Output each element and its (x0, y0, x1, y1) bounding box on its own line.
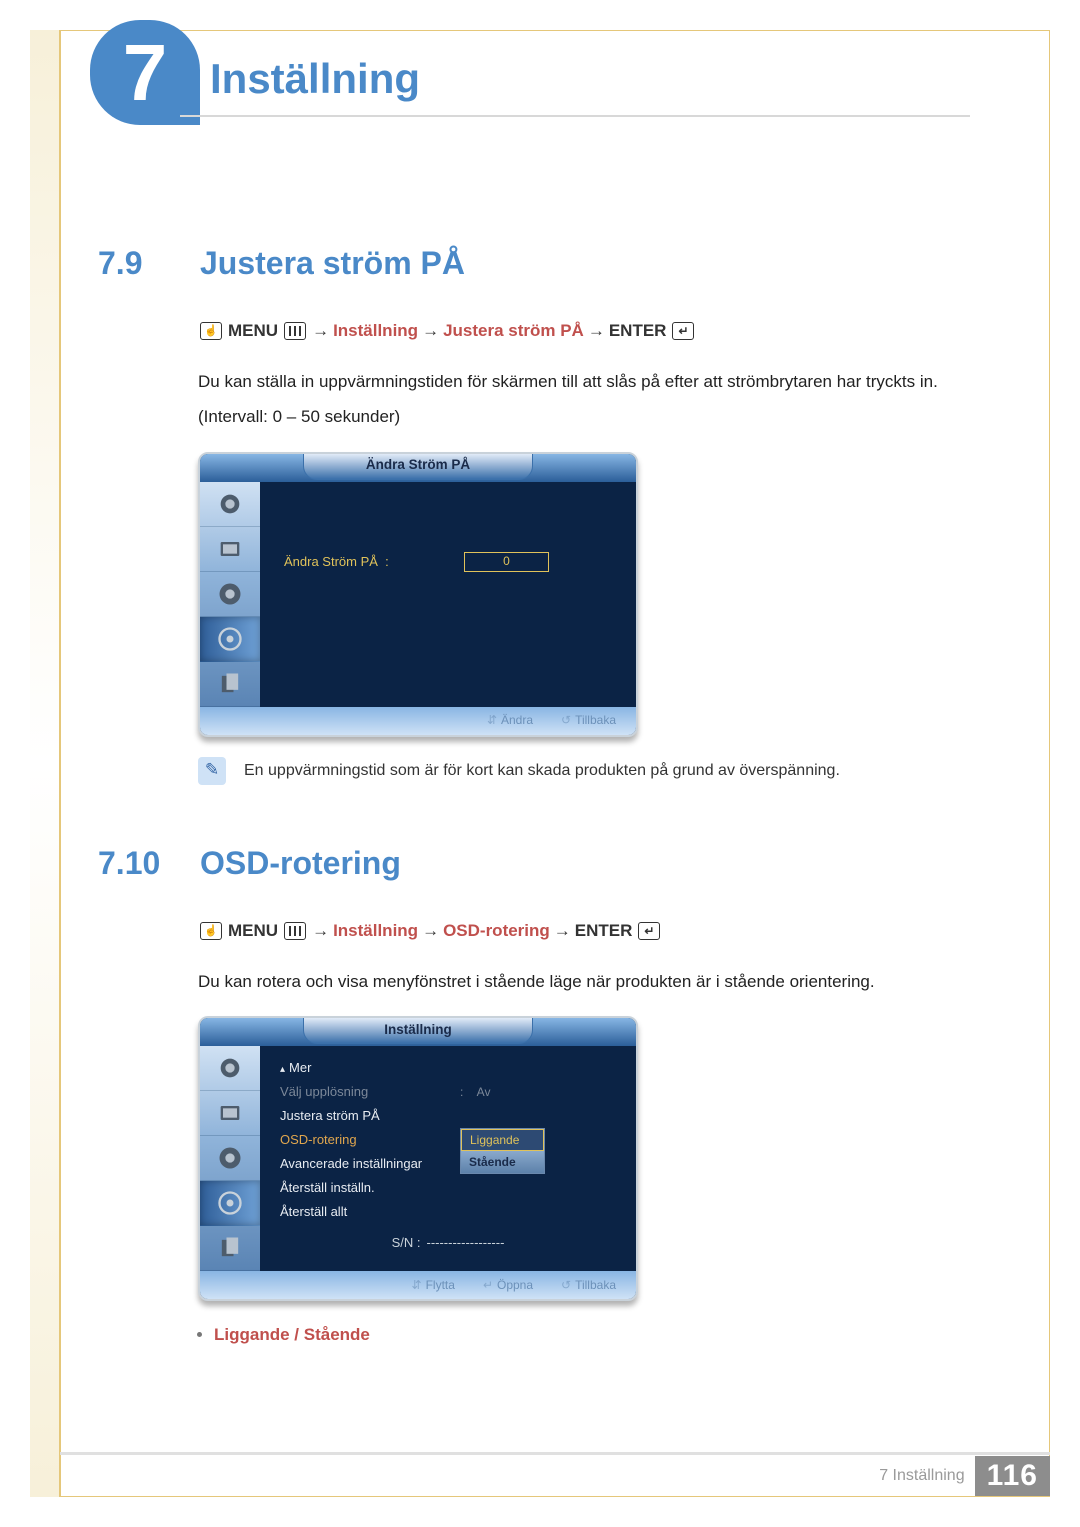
list-item: Liggande / Stående (214, 1321, 1025, 1350)
osd-action-move[interactable]: Flytta (412, 1275, 455, 1295)
page-content: 7 Inställning 7.9 Justera ström PÅ MENU … (90, 15, 1025, 1472)
osd-action-open[interactable]: Öppna (483, 1275, 533, 1295)
hand-icon (200, 322, 222, 340)
osd-tab-picture[interactable] (200, 482, 260, 527)
osd-dropdown-rotation[interactable]: Liggande Stående (460, 1128, 545, 1174)
osd-row-osd-rotation[interactable]: OSD-rotering : Liggande Stående (280, 1128, 616, 1152)
osd-body: Mer Välj upplösning : Av Justera ström P… (200, 1046, 636, 1271)
osd-titlebar: Inställning (200, 1018, 636, 1046)
section-heading: 7.10 OSD-rotering (98, 845, 1025, 882)
osd-tab-screen[interactable] (200, 527, 260, 572)
hand-icon (200, 922, 222, 940)
osd-tab-setup[interactable] (200, 1181, 260, 1226)
osd-option-portrait[interactable]: Stående (461, 1151, 544, 1173)
section-body: MENU → Inställning → OSD-rotering → ENTE… (98, 917, 1025, 1351)
osd-tab-sound[interactable] (200, 1136, 260, 1181)
chapter-title: Inställning (210, 55, 420, 103)
osd-panel-settings: Inställning Mer Välj upplösning (198, 1016, 638, 1301)
osd-action-back[interactable]: Tillbaka (561, 1275, 616, 1295)
section-heading: 7.9 Justera ström PÅ (98, 245, 1025, 282)
paragraph: (Intervall: 0 – 50 sekunder) (198, 403, 1025, 432)
osd-row-more[interactable]: Mer (280, 1056, 616, 1080)
chapter-tab: 7 (90, 20, 200, 125)
nav-p2: Justera ström PÅ (443, 317, 584, 346)
osd-row-resolution: Välj upplösning : Av (280, 1080, 616, 1104)
section-title: Justera ström PÅ (200, 245, 465, 282)
osd-row-reset-all[interactable]: Återställ allt (280, 1200, 616, 1224)
note: ✎ En uppvärmningstid som är för kort kan… (198, 757, 1025, 785)
nav-p2: OSD-rotering (443, 917, 550, 946)
section-body: MENU → Inställning → Justera ström PÅ → … (98, 317, 1025, 785)
enter-icon (638, 922, 660, 940)
nav-p1: Inställning (333, 917, 418, 946)
paragraph: Du kan ställa in uppvärmningstiden för s… (198, 368, 1025, 397)
section-title: OSD-rotering (200, 845, 401, 882)
chapter-underline (180, 115, 970, 117)
osd-footer: Flytta Öppna Tillbaka (200, 1271, 636, 1299)
osd-footer: Ändra Tillbaka (200, 707, 636, 735)
note-text: En uppvärmningstid som är för kort kan s… (244, 757, 840, 784)
osd-row-advanced[interactable]: Avancerade inställningar (280, 1152, 616, 1176)
osd-tab-screen[interactable] (200, 1091, 260, 1136)
option-list: Liggande / Stående (214, 1321, 1025, 1350)
osd-tab-sound[interactable] (200, 572, 260, 617)
osd-main: Ändra Ström PÅ : 0 (260, 482, 636, 707)
osd-label: Ändra Ström PÅ : (284, 551, 454, 573)
nav-menu: MENU (228, 317, 278, 346)
section-7-10: 7.10 OSD-rotering MENU → Inställning → O… (90, 845, 1025, 1351)
osd-tab-picture[interactable] (200, 1046, 260, 1091)
section-number: 7.10 (98, 845, 170, 882)
nav-menu: MENU (228, 917, 278, 946)
osd-row-reset-settings[interactable]: Återställ inställn. (280, 1176, 616, 1200)
nav-enter: ENTER (575, 917, 633, 946)
nav-arrow: → (312, 317, 329, 346)
osd-row-adjust-power[interactable]: Justera ström PÅ (280, 1104, 616, 1128)
osd-body: Ändra Ström PÅ : 0 (200, 482, 636, 707)
osd-tab-info[interactable] (200, 1226, 260, 1271)
osd-serial: S/N : ------------------ (280, 1232, 616, 1254)
nav-path: MENU → Inställning → Justera ström PÅ → … (198, 317, 1025, 346)
osd-main: Mer Välj upplösning : Av Justera ström P… (260, 1046, 636, 1271)
osd-action-back[interactable]: Tillbaka (561, 710, 616, 730)
osd-tab-setup[interactable] (200, 617, 260, 662)
footer-text: 7 Inställning (879, 1467, 964, 1485)
nav-path: MENU → Inställning → OSD-rotering → ENTE… (198, 917, 1025, 946)
osd-option-landscape[interactable]: Liggande (461, 1129, 544, 1151)
osd-panel-power: Ändra Ström PÅ Ändra Ström PÅ : (198, 452, 638, 737)
section-number: 7.9 (98, 245, 170, 282)
nav-p1: Inställning (333, 317, 418, 346)
page-number: 116 (975, 1456, 1050, 1496)
osd-sidebar (200, 1046, 260, 1271)
chapter-number: 7 (123, 27, 168, 119)
menu-icon (284, 322, 306, 340)
menu-icon (284, 922, 306, 940)
page-footer: 7 Inställning 116 (60, 1452, 1050, 1497)
osd-title: Ändra Ström PÅ (303, 452, 533, 480)
osd-row-power-on[interactable]: Ändra Ström PÅ : 0 (284, 550, 612, 574)
left-accent (30, 30, 60, 1497)
osd-action-change[interactable]: Ändra (487, 710, 533, 730)
osd-titlebar: Ändra Ström PÅ (200, 454, 636, 482)
osd-tab-info[interactable] (200, 662, 260, 707)
paragraph: Du kan rotera och visa menyfönstret i st… (198, 968, 1025, 997)
osd-value-box[interactable]: 0 (464, 552, 549, 572)
nav-enter: ENTER (609, 317, 667, 346)
osd-sidebar (200, 482, 260, 707)
section-7-9: 7.9 Justera ström PÅ MENU → Inställning … (90, 245, 1025, 785)
note-icon: ✎ (198, 757, 226, 785)
osd-title: Inställning (303, 1016, 533, 1044)
enter-icon (672, 322, 694, 340)
